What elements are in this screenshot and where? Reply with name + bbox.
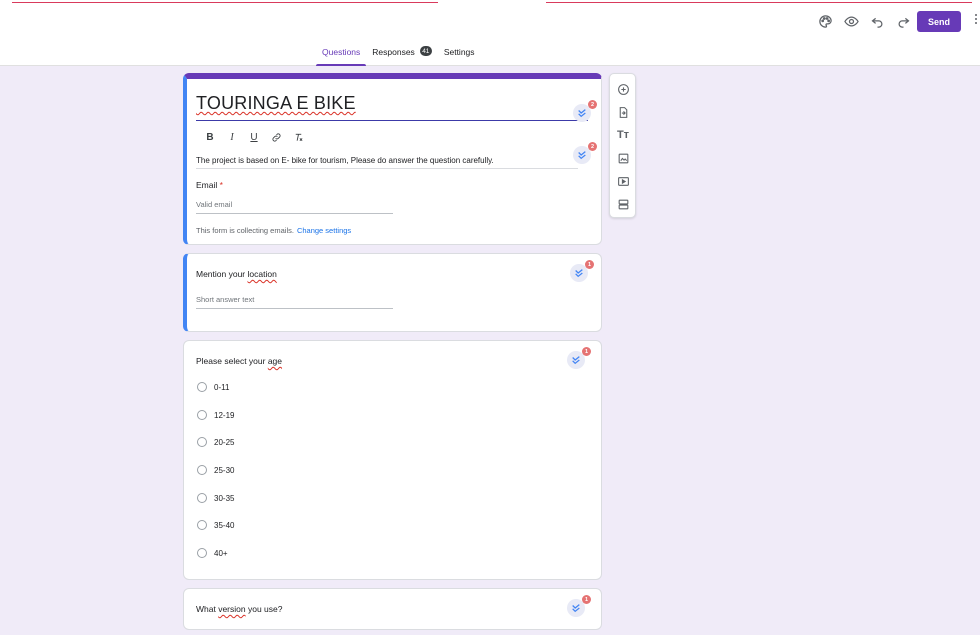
spellcheck-word: location [247,269,277,279]
redo-icon[interactable] [890,11,916,31]
spellcheck-word: version [218,604,246,614]
question-card[interactable]: What version you use? 1 [183,588,602,630]
question-suggestion-button[interactable]: 1 [567,595,591,617]
question-title: What version you use? [196,604,283,614]
radio-option[interactable]: 30-35 [197,493,234,503]
bold-icon[interactable]: B [201,129,219,145]
radio-option[interactable]: 12-19 [197,410,234,420]
import-questions-icon[interactable] [616,105,630,119]
suggestion-count-badge: 2 [588,100,597,109]
radio-button[interactable] [197,382,207,392]
email-label: Email * [196,180,223,190]
radio-button[interactable] [197,437,207,447]
undo-icon[interactable] [864,11,890,31]
question-title: Mention your location [196,269,277,279]
responses-count-badge: 41 [419,46,432,56]
spellcheck-word: age [267,356,283,366]
change-settings-link[interactable]: Change settings [297,226,351,235]
preview-eye-icon[interactable] [838,11,864,31]
question-suggestion-button[interactable]: 1 [570,260,594,282]
radio-option[interactable]: 25-30 [197,465,234,475]
radio-button[interactable] [197,410,207,420]
suggestion-count-badge: 1 [585,260,594,269]
progress-line [12,2,438,3]
more-options-icon[interactable] [975,14,978,24]
suggestion-icon [575,269,583,278]
underline-icon[interactable]: U [245,129,263,145]
radio-option[interactable]: 0-11 [197,382,229,392]
top-bar: Send Questions Responses 41 Settings [0,0,980,66]
question-card[interactable]: Please select your age 1 0-11 12-19 20-2… [183,340,602,580]
tab-settings[interactable]: Settings [438,47,481,66]
tab-responses[interactable]: Responses 41 [366,46,438,66]
send-button[interactable]: Send [917,11,961,32]
radio-button[interactable] [197,520,207,530]
radio-option[interactable]: 35-40 [197,520,234,530]
form-description[interactable]: The project is based on E- bike for tour… [196,156,578,169]
title-underline [196,120,588,121]
format-toolbar: B I U [201,129,307,145]
form-tabs: Questions Responses 41 Settings [316,46,481,66]
email-field: Valid email [196,200,393,214]
radio-option[interactable]: 20-25 [197,437,234,447]
radio-button[interactable] [197,548,207,558]
suggestion-icon [578,109,586,118]
suggestion-count-badge: 1 [582,347,591,356]
suggestion-count-badge: 2 [588,142,597,151]
collecting-emails-note: This form is collecting emails. Change se… [196,226,352,235]
short-answer-field: Short answer text [196,295,393,309]
tab-questions[interactable]: Questions [316,47,367,66]
description-suggestion-button[interactable]: 2 [573,142,597,164]
floating-side-toolbar: Tт [609,73,636,218]
suggestion-icon [578,151,586,160]
add-section-icon[interactable] [616,197,630,211]
palette-icon[interactable] [812,11,838,31]
add-question-icon[interactable] [616,82,630,96]
title-suggestion-button[interactable]: 2 [573,100,597,122]
clear-format-icon[interactable] [289,129,307,145]
suggestion-count-badge: 1 [582,595,591,604]
add-title-icon[interactable]: Tт [616,128,630,142]
form-header-card[interactable]: TOURINGA E BIKE 2 B I U The project is b… [183,73,602,245]
radio-button[interactable] [197,465,207,475]
add-image-icon[interactable] [616,151,630,165]
radio-option[interactable]: 40+ [197,548,228,558]
suggestion-icon [572,604,580,613]
italic-icon[interactable]: I [223,129,241,145]
progress-line [546,2,972,3]
question-title: Please select your age [196,356,283,366]
required-asterisk: * [219,180,223,190]
form-title[interactable]: TOURINGA E BIKE [196,93,356,114]
question-suggestion-button[interactable]: 1 [567,347,591,369]
add-video-icon[interactable] [616,174,630,188]
suggestion-icon [572,356,580,365]
top-toolbar [812,11,916,31]
radio-button[interactable] [197,493,207,503]
link-icon[interactable] [267,129,285,145]
question-card[interactable]: Mention your location Short answer text … [183,253,602,332]
